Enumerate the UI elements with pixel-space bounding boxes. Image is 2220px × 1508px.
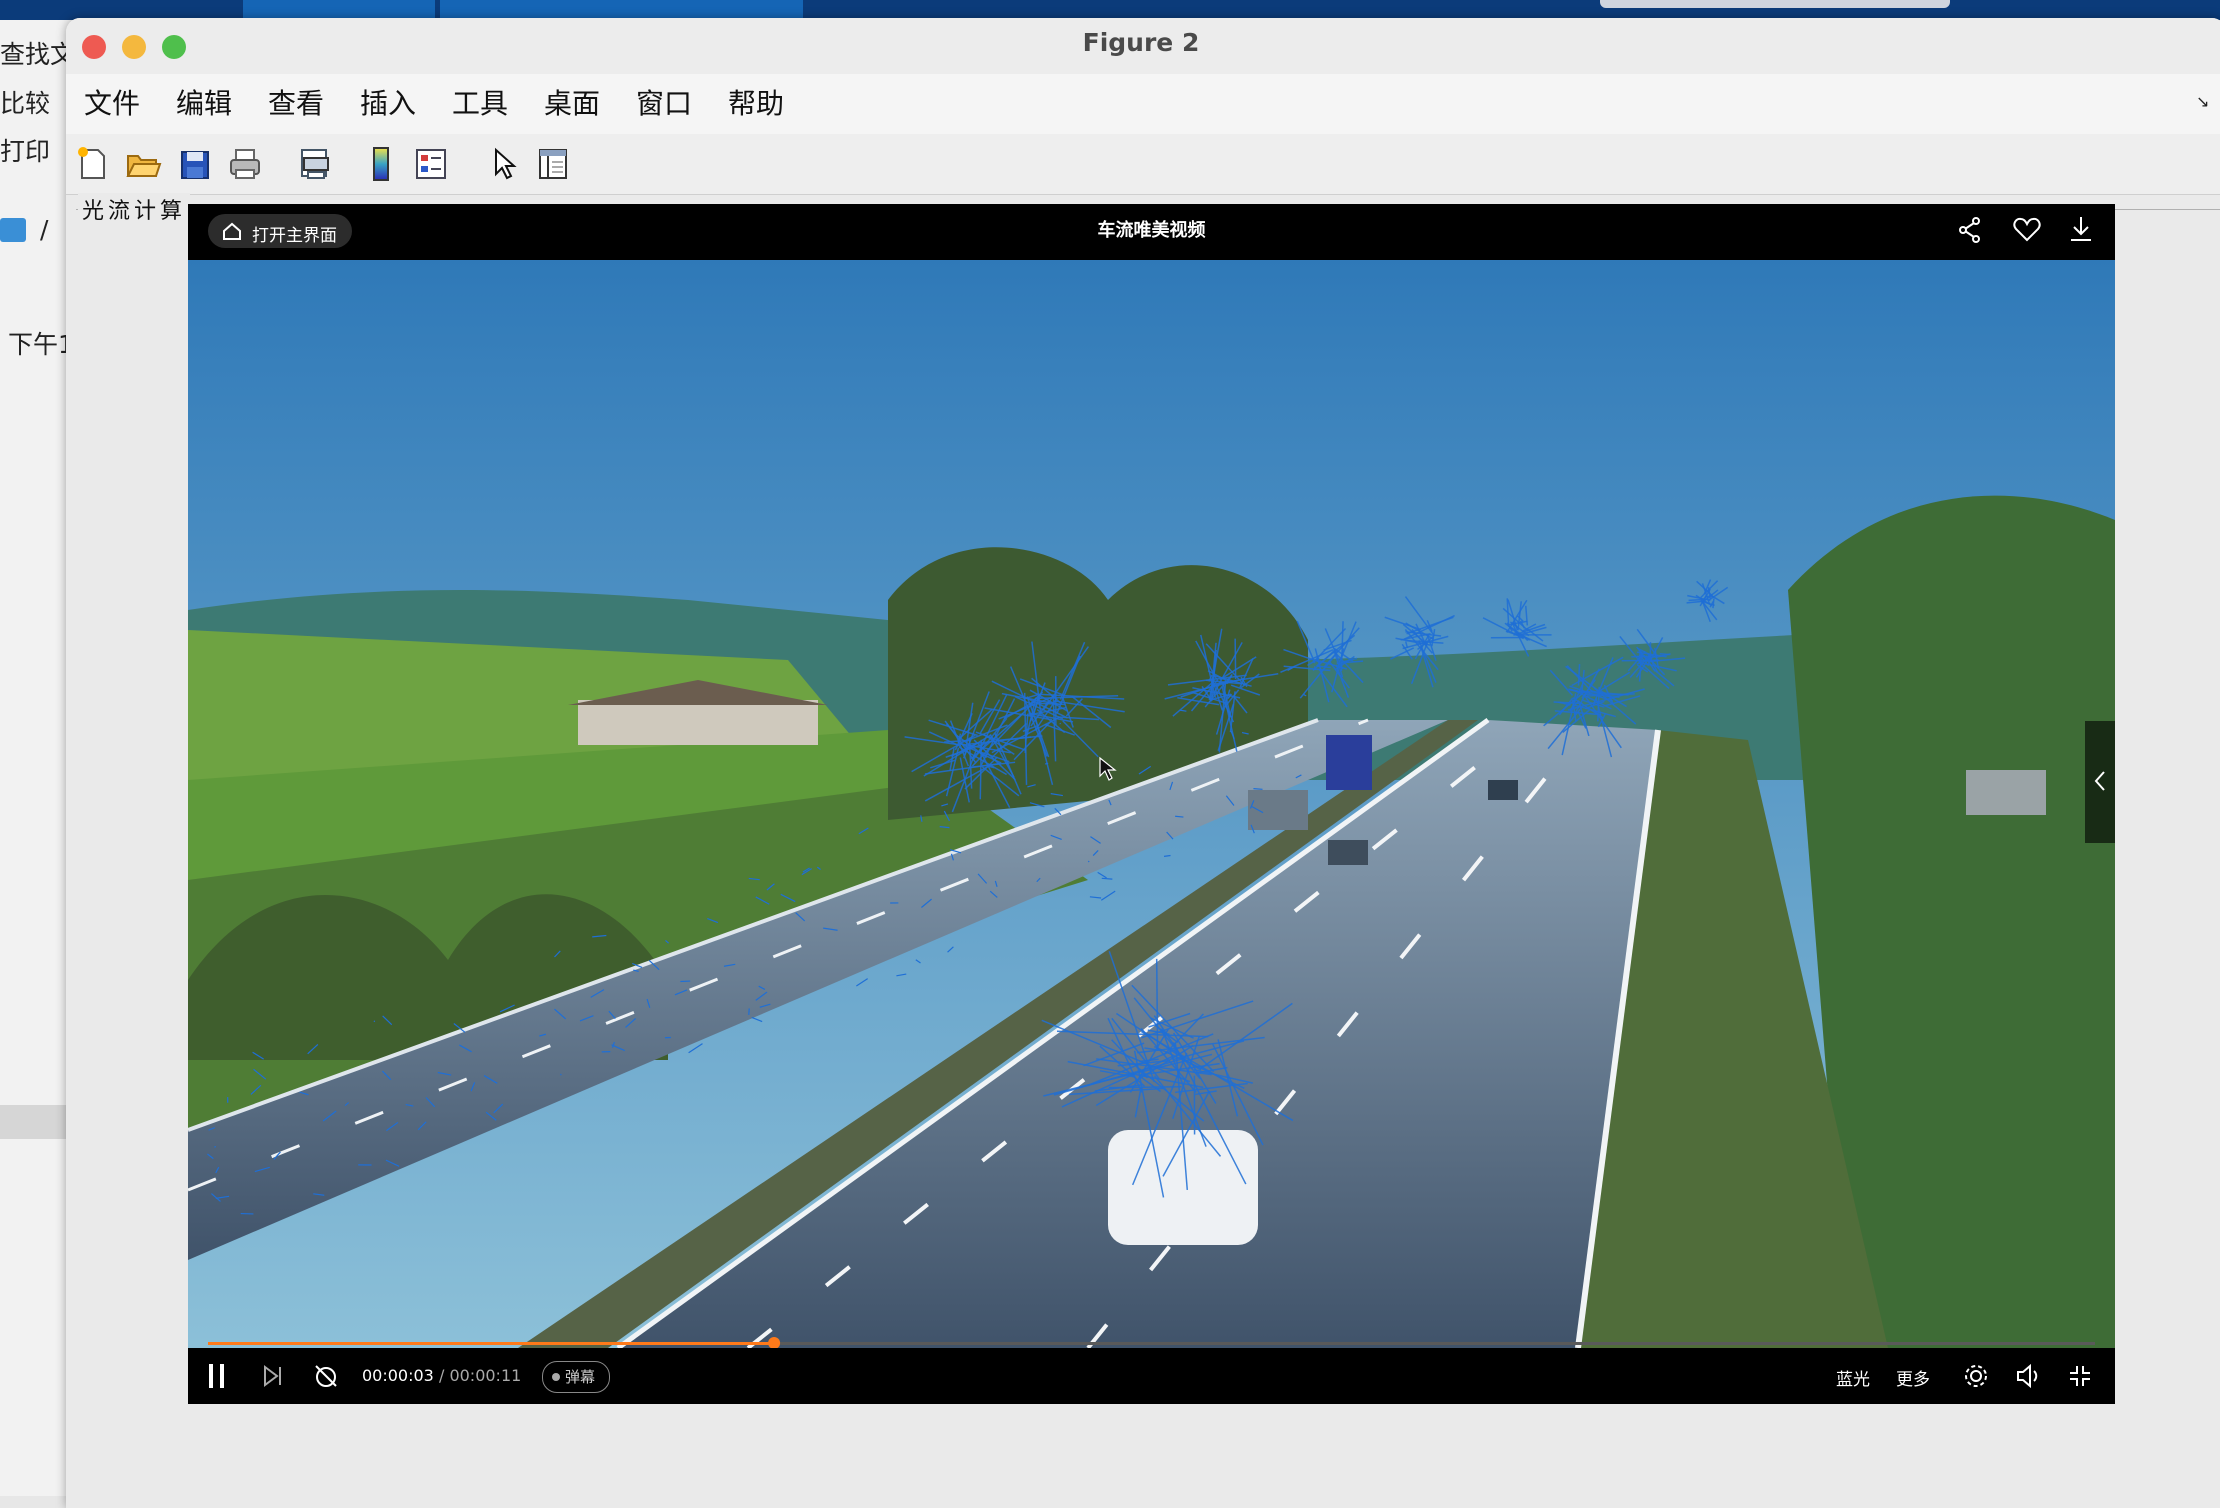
print-preview-icon[interactable] [296, 144, 334, 184]
time-separator: / [439, 1366, 444, 1385]
menu-file[interactable]: 文件 [84, 82, 140, 122]
menu-desktop[interactable]: 桌面 [544, 82, 600, 122]
figure-toolbar [66, 134, 2220, 195]
pause-icon[interactable] [206, 1362, 228, 1390]
side-collapse-icon [2093, 769, 2107, 793]
danmaku-toggle[interactable]: 弹幕 [542, 1361, 610, 1393]
share-icon[interactable] [1957, 216, 1983, 244]
legend-icon[interactable] [412, 144, 450, 184]
menu-help[interactable]: 帮助 [728, 82, 784, 122]
background-divider [0, 1105, 70, 1139]
video-frame [188, 260, 2115, 1348]
video-player[interactable]: 打开主界面 车流唯美视频 [188, 204, 2115, 1404]
video-top-bar: 打开主界面 车流唯美视频 [188, 204, 2115, 260]
new-figure-icon[interactable] [74, 144, 112, 184]
video-title: 车流唯美视频 [188, 216, 2115, 242]
more-button[interactable]: 更多 [1896, 1365, 1930, 1390]
menu-tools[interactable]: 工具 [452, 82, 508, 122]
danmaku-label: 弹幕 [565, 1366, 595, 1387]
window-title: Figure 2 [66, 28, 2216, 57]
background-label: 下午1 [8, 325, 74, 361]
progress-fill [208, 1342, 774, 1345]
side-collapse-button[interactable] [2085, 721, 2115, 843]
time-total: 00:00:11 [449, 1366, 521, 1385]
menu-edit[interactable]: 编辑 [176, 82, 232, 122]
favorite-icon[interactable] [2012, 216, 2042, 244]
next-icon[interactable] [262, 1364, 284, 1388]
property-inspector-icon[interactable] [534, 144, 572, 184]
settings-icon[interactable] [1962, 1362, 1990, 1390]
menu-insert[interactable]: 插入 [360, 82, 416, 122]
pointer-icon[interactable] [484, 144, 522, 184]
background-label: 比较 [0, 84, 50, 120]
danmaku-dot [552, 1373, 560, 1381]
time-display: 00:00:03 / 00:00:11 [362, 1366, 521, 1385]
loop-off-icon[interactable] [312, 1362, 340, 1390]
save-icon[interactable] [176, 144, 214, 184]
download-icon[interactable] [2068, 214, 2094, 244]
print-icon[interactable] [226, 144, 264, 184]
background-tab[interactable] [243, 0, 435, 18]
quality-button[interactable]: 蓝光 [1836, 1365, 1870, 1390]
background-tab[interactable] [440, 0, 803, 18]
menu-bar: 文件 编辑 查看 插入 工具 桌面 窗口 帮助 ↘ [66, 74, 2220, 135]
open-file-icon[interactable] [124, 144, 162, 184]
volume-icon[interactable] [2014, 1362, 2042, 1390]
background-label: 打印 [0, 132, 50, 168]
mouse-cursor-icon [1098, 756, 1118, 782]
panel-title: 光流计算 [78, 193, 190, 225]
folder-icon[interactable] [0, 218, 26, 242]
dock-arrow-icon[interactable]: ↘ [2196, 92, 2209, 111]
menu-window[interactable]: 窗口 [636, 82, 692, 122]
window-titlebar: Figure 2 [66, 18, 2220, 75]
time-current: 00:00:03 [362, 1366, 434, 1385]
colorbar-icon[interactable] [362, 144, 400, 184]
figure-window: Figure 2 文件 编辑 查看 插入 工具 桌面 窗口 帮助 ↘ [66, 18, 2220, 1508]
menu-view[interactable]: 查看 [268, 82, 324, 122]
background-status-icons [1600, 0, 1950, 8]
exit-fullscreen-icon[interactable] [2066, 1362, 2094, 1390]
video-controls: 00:00:03 / 00:00:11 弹幕 蓝光 更多 [188, 1348, 2115, 1404]
background-path: / [40, 215, 48, 244]
background-label: 查找文 [0, 35, 75, 71]
